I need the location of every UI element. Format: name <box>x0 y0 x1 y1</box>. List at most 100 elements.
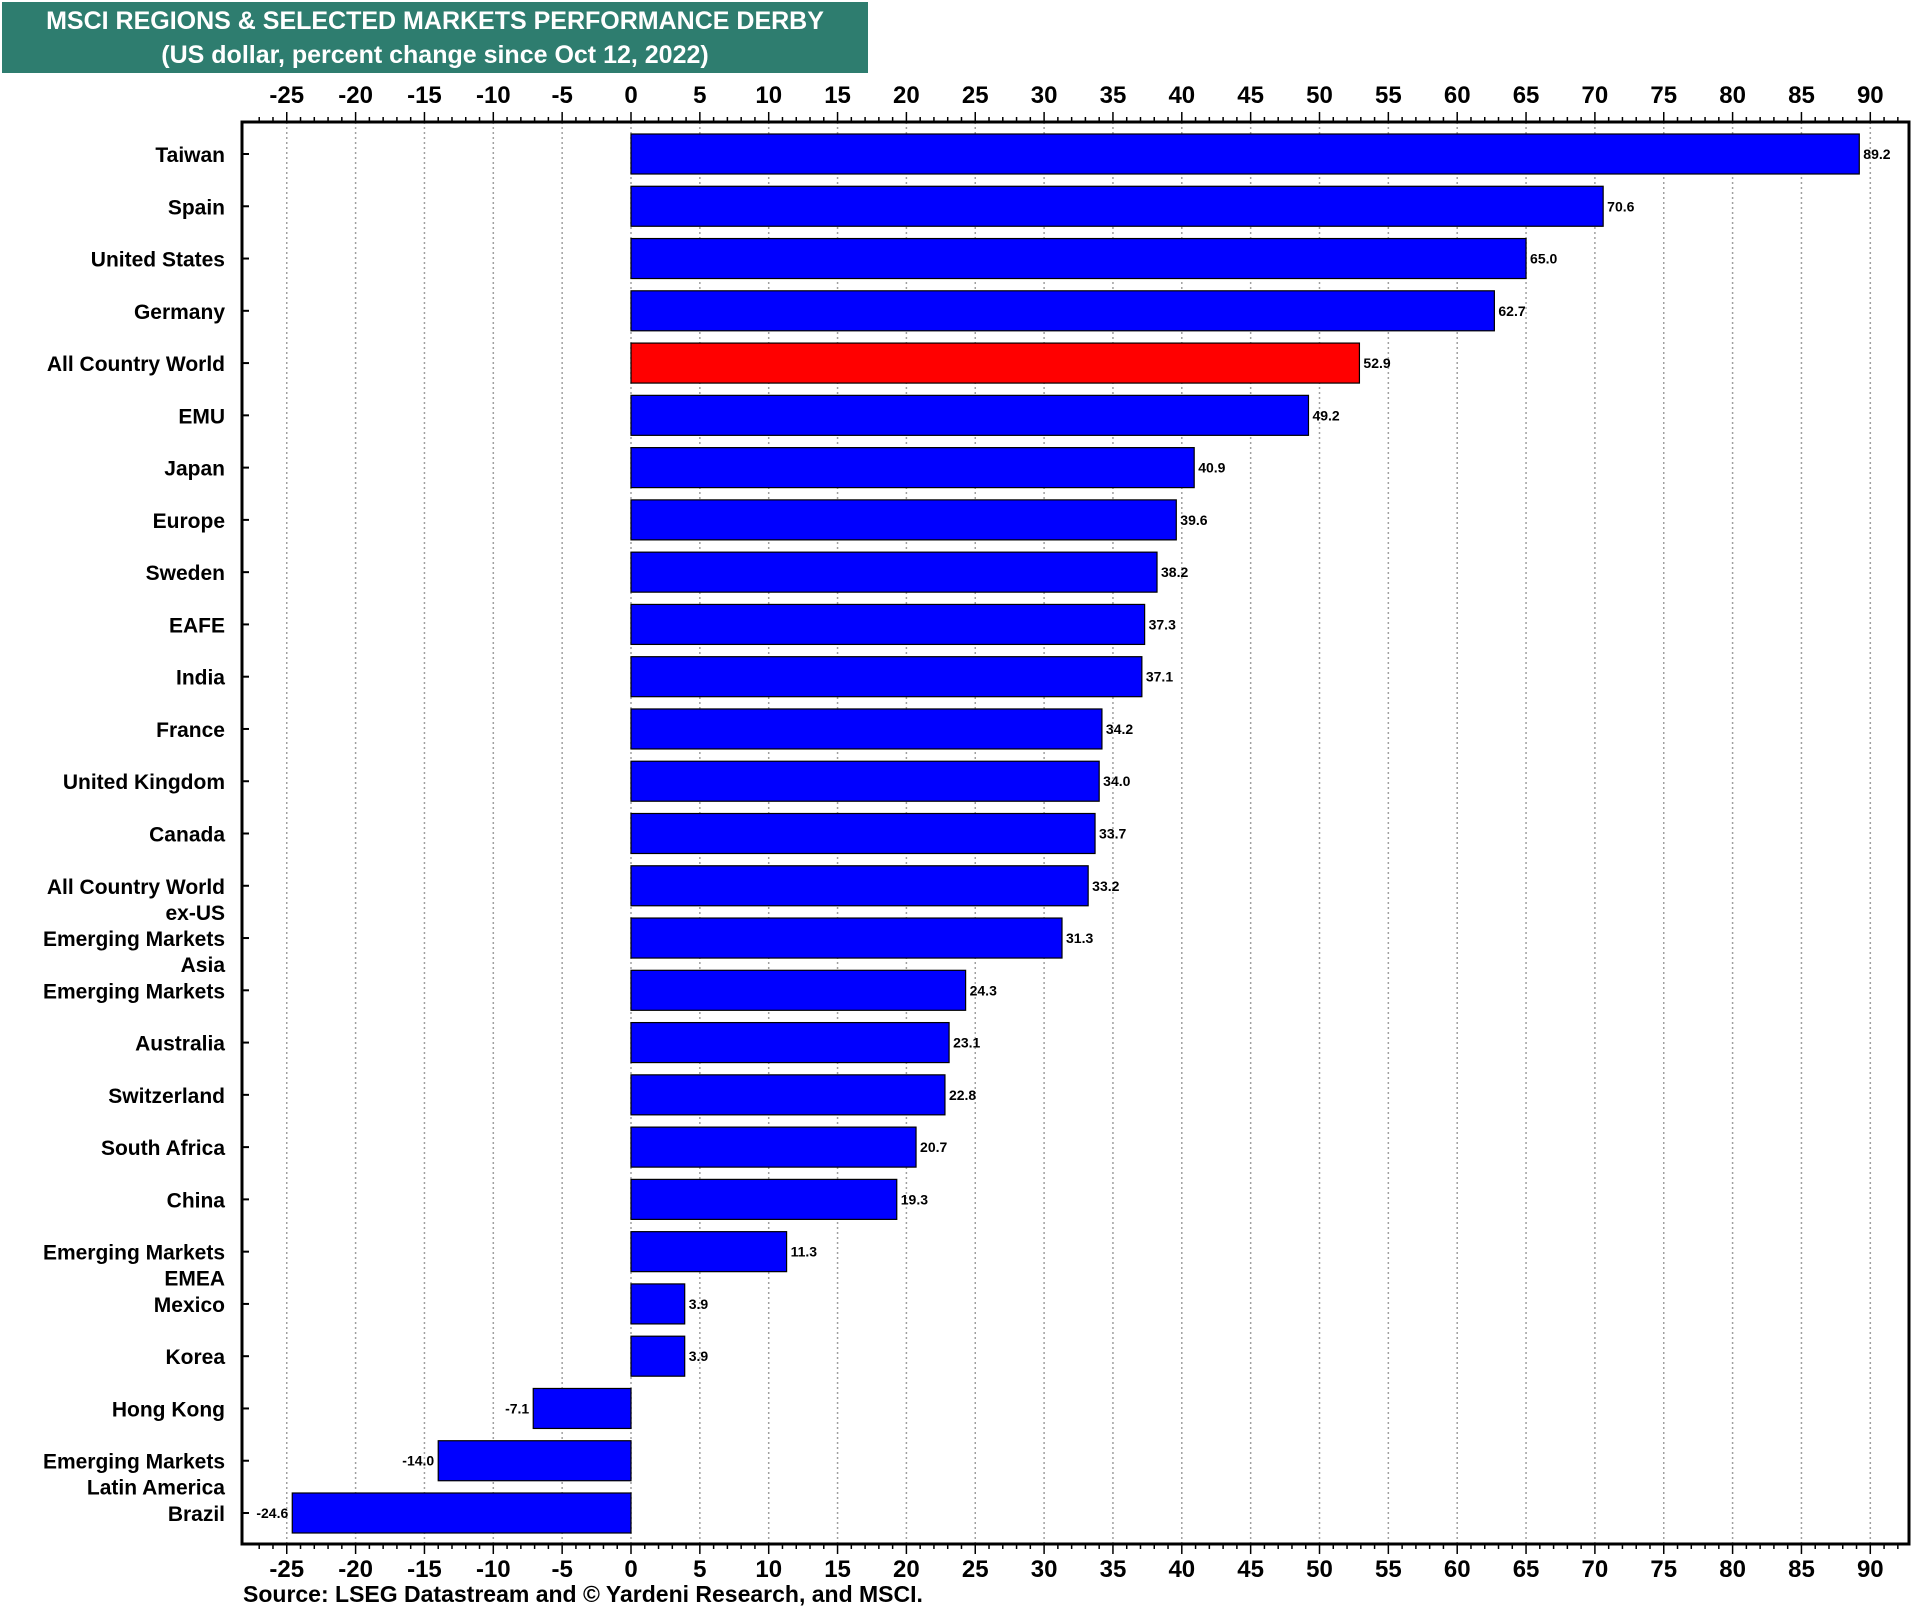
bar <box>630 1126 917 1168</box>
x-tick-label-top: 65 <box>1513 82 1540 109</box>
category-label: China <box>167 1189 226 1212</box>
value-label: 20.7 <box>920 1139 947 1155</box>
category-label: Japan <box>164 458 225 481</box>
value-label: -24.6 <box>256 1505 288 1521</box>
category-label: Latin America <box>87 1477 225 1500</box>
value-label: 3.9 <box>689 1296 709 1312</box>
x-tick-label-bottom: 40 <box>1168 1556 1195 1583</box>
category-label: EMU <box>178 405 225 428</box>
category-label: All Country World <box>47 353 225 376</box>
bar-chart: 89.2 Taiwan 70.6 Spain 65.0 United States 62.7… <box>43 82 1911 1583</box>
x-tick-label-bottom: 70 <box>1582 1556 1609 1583</box>
value-label: -7.1 <box>505 1400 529 1416</box>
x-tick-label-bottom: 55 <box>1375 1556 1402 1583</box>
bar-layer <box>291 133 1860 1534</box>
bar <box>630 917 1063 959</box>
bar <box>630 1021 950 1064</box>
bar <box>630 551 1158 593</box>
category-label: Emerging Markets <box>43 980 225 1003</box>
bar <box>630 290 1495 332</box>
x-tick-label-bottom: 25 <box>962 1556 989 1583</box>
x-tick-label-top: 85 <box>1788 82 1815 109</box>
bar <box>630 447 1195 489</box>
bar <box>630 812 1096 855</box>
category-label: Spain <box>168 196 225 219</box>
value-label: 19.3 <box>901 1191 928 1207</box>
category-label: Mexico <box>154 1294 225 1317</box>
x-tick-label-top: 40 <box>1168 82 1195 109</box>
value-label: 34.2 <box>1106 721 1133 737</box>
source-note: Source: LSEG Datastream and © Yardeni Re… <box>243 1581 923 1607</box>
bar <box>437 1440 632 1482</box>
x-tick-label-bottom: 90 <box>1857 1556 1884 1583</box>
value-label: 33.2 <box>1092 878 1119 894</box>
value-label: 37.3 <box>1149 616 1176 632</box>
x-tick-label-top: 0 <box>624 82 637 109</box>
value-label: 34.0 <box>1103 773 1130 789</box>
x-tick-label-top: 15 <box>824 82 851 109</box>
bar <box>630 1231 788 1273</box>
bar <box>630 865 1089 907</box>
value-label: 24.3 <box>970 982 997 998</box>
x-tick-label-top: 75 <box>1650 82 1677 109</box>
x-tick-label-bottom: 50 <box>1306 1556 1333 1583</box>
x-tick-label-bottom: 45 <box>1237 1556 1264 1583</box>
x-tick-label-bottom: 75 <box>1650 1556 1677 1583</box>
category-label: Emerging Markets <box>43 928 225 951</box>
category-label: Germany <box>134 301 225 324</box>
bar <box>630 185 1604 227</box>
value-label: 70.6 <box>1607 198 1634 214</box>
category-label: United Kingdom <box>63 771 225 794</box>
category-label: Taiwan <box>155 144 225 167</box>
value-label: 11.3 <box>791 1244 818 1260</box>
x-tick-label-top: 55 <box>1375 82 1402 109</box>
x-tick-label-bottom: 80 <box>1719 1556 1746 1583</box>
bar <box>630 237 1527 280</box>
value-label: 40.9 <box>1198 460 1225 476</box>
x-tick-label-bottom: 85 <box>1788 1556 1815 1583</box>
category-label: Canada <box>149 824 225 847</box>
x-tick-label-bottom: 20 <box>893 1556 920 1583</box>
bar <box>630 499 1177 541</box>
x-tick-label-top: 20 <box>893 82 920 109</box>
x-tick-label-top: 80 <box>1719 82 1746 109</box>
x-tick-label-top: 50 <box>1306 82 1333 109</box>
x-tick-label-top: -25 <box>269 82 304 109</box>
bar <box>630 1074 946 1116</box>
x-tick-label-bottom: 15 <box>824 1556 851 1583</box>
category-label: France <box>156 719 225 742</box>
x-tick-label-bottom: -20 <box>338 1556 373 1583</box>
bar <box>630 133 1860 175</box>
value-label: 52.9 <box>1363 355 1390 371</box>
x-tick-label-top: 35 <box>1100 82 1127 109</box>
value-label: 65.0 <box>1530 251 1557 267</box>
x-tick-label-bottom: -15 <box>407 1556 442 1583</box>
category-label: All Country World <box>47 876 225 899</box>
bar <box>630 656 1143 698</box>
x-tick-label-bottom: -10 <box>476 1556 511 1583</box>
x-tick-label-top: -20 <box>338 82 373 109</box>
value-label: 33.7 <box>1099 826 1126 842</box>
value-label: 38.2 <box>1161 564 1188 580</box>
category-label: Korea <box>165 1346 225 1369</box>
bar <box>630 603 1146 646</box>
x-tick-label-top: 5 <box>693 82 706 109</box>
x-tick-label-top: -10 <box>476 82 511 109</box>
bar <box>630 394 1310 436</box>
value-label: 37.1 <box>1146 669 1173 685</box>
category-label: Emerging Markets <box>43 1451 225 1474</box>
x-tick-label-bottom: -5 <box>551 1556 572 1583</box>
value-label: 39.6 <box>1180 512 1207 528</box>
x-tick-label-bottom: 10 <box>755 1556 782 1583</box>
x-tick-label-top: 70 <box>1582 82 1609 109</box>
category-label: South Africa <box>101 1137 225 1160</box>
category-label: United States <box>91 249 225 272</box>
value-label: 49.2 <box>1312 407 1339 423</box>
x-tick-label-top: -15 <box>407 82 442 109</box>
x-tick-label-top: -5 <box>551 82 572 109</box>
bar <box>630 1283 686 1325</box>
value-label: 62.7 <box>1498 303 1525 319</box>
bar <box>630 1178 898 1220</box>
bar <box>291 1492 632 1534</box>
x-tick-label-top: 60 <box>1444 82 1471 109</box>
